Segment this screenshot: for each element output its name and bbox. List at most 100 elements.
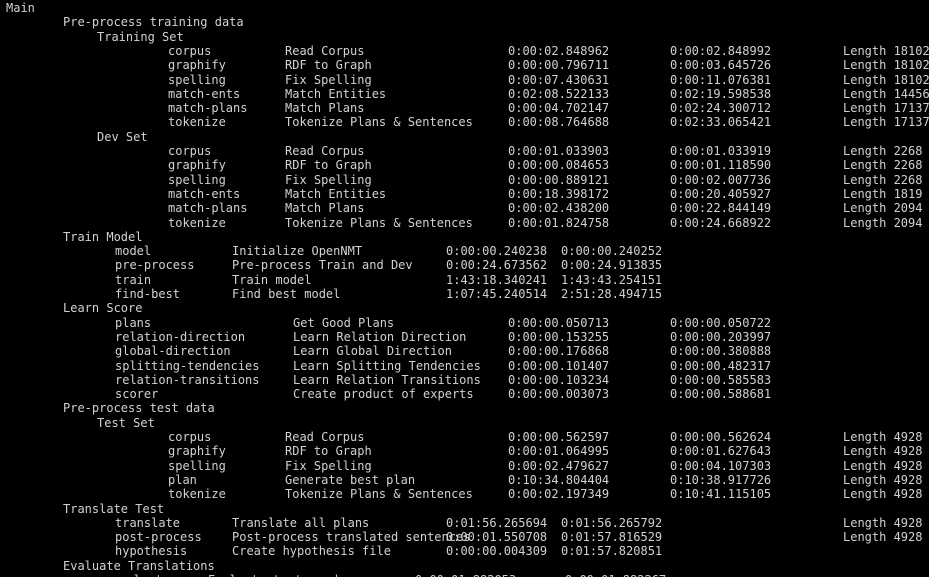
log-task-row: relation-direction Learn Relation Directi…	[0, 330, 929, 344]
task-cumulative-time: 0:01:57.820851	[561, 544, 663, 559]
task-elapsed-time: 0:00:00.240238	[446, 244, 548, 259]
task-key: pre-process	[115, 258, 195, 273]
task-elapsed-time: 0:00:18.398172	[508, 186, 610, 201]
task-description: Train model	[232, 272, 312, 287]
log-task-row: spelling Fix Spelling 0:00:02.479627 0:00:0…	[0, 459, 929, 473]
log-task-row: relation-transitions Learn Relation Trans…	[0, 373, 929, 387]
task-key: global-direction	[115, 344, 231, 359]
task-description: Read Corpus	[285, 144, 365, 158]
log-task-row: hypothesis Create hypothesis file 0:00:00.…	[0, 544, 929, 558]
task-elapsed-time: 0:00:00.562597	[508, 430, 610, 444]
task-elapsed-time: 0:00:04.702147	[508, 101, 610, 116]
log-task-row: pre-process Pre-process Train and Dev 0:00…	[0, 258, 929, 272]
task-cumulative-time: 0:00:02.007736	[670, 172, 772, 187]
task-elapsed-time: 0:10:34.804404	[508, 472, 610, 487]
task-length: Length 4928	[843, 515, 923, 530]
task-key: hypothesis	[115, 544, 188, 559]
task-description: Match Plans	[285, 101, 365, 116]
task-key: plans	[115, 315, 152, 330]
task-cumulative-time: 0:00:11.076381	[670, 72, 772, 87]
log-stage-line: Pre-process test data	[0, 401, 929, 415]
log-task-row: model Initialize OpenNMT 0:00:00.240238 0:0…	[0, 244, 929, 258]
terminal-output: Main Pre-process training data Training Se…	[0, 0, 929, 577]
log-task-row: match-plans Match Plans 0:00:04.702147 0:02…	[0, 101, 929, 115]
task-key: scorer	[115, 387, 159, 402]
task-elapsed-time: 0:00:02.848962	[508, 43, 610, 58]
task-description: Learn Global Direction	[293, 344, 452, 359]
task-cumulative-time: 0:01:56.265792	[561, 515, 663, 530]
task-key: translate	[115, 515, 181, 530]
task-elapsed-time: 0:00:24.673562	[446, 258, 548, 273]
log-task-row: spelling Fix Spelling 0:00:00.889121 0:00:0…	[0, 173, 929, 187]
log-group-line: Dev Set	[0, 130, 929, 144]
task-elapsed-time: 0:00:07.430631	[508, 72, 610, 87]
task-key: spelling	[168, 72, 226, 87]
task-cumulative-time: 0:00:00.240252	[561, 244, 663, 259]
task-elapsed-time: 0:00:00.176868	[508, 344, 610, 359]
task-length: Length 4928	[843, 444, 923, 459]
task-key: relation-direction	[115, 329, 246, 344]
task-length: Length 4928	[843, 458, 923, 473]
task-description: RDF to Graph	[285, 58, 372, 73]
task-description: Fix Spelling	[285, 458, 372, 473]
task-cumulative-time: 0:02:33.065421	[670, 115, 772, 130]
task-elapsed-time: 0:00:00.004309	[446, 544, 548, 559]
task-key: match-plans	[168, 201, 248, 216]
task-cumulative-time: 0:00:00.380888	[670, 344, 772, 359]
log-task-row: tokenize Tokenize Plans & Sentences 0:00:0…	[0, 487, 929, 501]
task-elapsed-time: 0:00:00.101407	[508, 358, 610, 373]
task-cumulative-time: 0:00:04.107303	[670, 458, 772, 473]
task-cumulative-time: 0:00:01.033919	[670, 144, 772, 158]
task-description: Pre-process Train and Dev	[232, 258, 413, 273]
task-elapsed-time: 0:00:01.550708	[446, 530, 548, 545]
task-length: Length 4928	[843, 472, 923, 487]
task-key: match-ents	[168, 86, 241, 101]
task-elapsed-time: 1:43:18.340241	[446, 272, 548, 287]
task-description: Match Entities	[285, 186, 387, 201]
task-length: Length 18102	[843, 58, 929, 73]
task-length: Length 4928	[843, 430, 923, 444]
log-stage-label: Train Model	[63, 229, 143, 244]
task-length: Length 18102	[843, 72, 929, 87]
log-group-label: Test Set	[97, 415, 155, 430]
task-key: match-plans	[168, 101, 248, 116]
log-stage-label: Pre-process training data	[63, 15, 244, 30]
log-task-row: corpus Read Corpus 0:00:01.033903 0:00:01.0…	[0, 144, 929, 158]
task-key: tokenize	[168, 115, 226, 130]
task-cumulative-time: 0:02:24.300712	[670, 101, 772, 116]
log-task-row: match-plans Match Plans 0:00:02.438200 0:00…	[0, 201, 929, 215]
log-group-label: Dev Set	[97, 129, 148, 144]
task-key: relation-transitions	[115, 372, 260, 387]
task-elapsed-time: 0:02:08.522133	[508, 86, 610, 101]
task-length: Length 17137	[843, 115, 929, 130]
task-key: evaluate	[112, 573, 170, 577]
task-cumulative-time: 0:00:03.645726	[670, 58, 772, 73]
task-cumulative-time: 1:43:43.254151	[561, 272, 663, 287]
log-stage-line: Translate Test	[0, 502, 929, 516]
task-cumulative-time: 0:00:00.588681	[670, 387, 772, 402]
task-length: Length 4928	[843, 530, 923, 545]
task-length: Length 14456	[843, 86, 929, 101]
task-description: Tokenize Plans & Sentences	[285, 487, 473, 502]
log-stage-line: Pre-process training data	[0, 15, 929, 29]
log-task-row: corpus Read Corpus 0:00:02.848962 0:00:02.8…	[0, 44, 929, 58]
task-description: Fix Spelling	[285, 72, 372, 87]
log-task-row: scorer Create product of experts 0:00:00.0…	[0, 387, 929, 401]
task-cumulative-time: 0:00:20.405927	[670, 186, 772, 201]
task-cumulative-time: 0:01:57.816529	[561, 530, 663, 545]
task-elapsed-time: 0:00:00.796711	[508, 58, 610, 73]
task-cumulative-time: 0:00:24.913835	[561, 258, 663, 273]
task-cumulative-time: 0:00:01.118590	[670, 158, 772, 173]
log-group-line: Test Set	[0, 416, 929, 430]
task-description: Tokenize Plans & Sentences	[285, 215, 473, 230]
task-description: Initialize OpenNMT	[232, 244, 363, 259]
task-cumulative-time: 0:00:01.627643	[670, 444, 772, 459]
task-elapsed-time: 0:00:01.882053	[415, 573, 516, 577]
log-task-row: spelling Fix Spelling 0:00:07.430631 0:00:1…	[0, 73, 929, 87]
task-description: Learn Relation Direction	[293, 329, 467, 344]
task-description: Tokenize Plans & Sentences	[285, 115, 473, 130]
task-cumulative-time: 0:00:00.585583	[670, 372, 772, 387]
task-cumulative-time: 0:00:00.482317	[670, 358, 772, 373]
task-length: Length 17137	[843, 101, 929, 116]
task-key: model	[115, 244, 152, 259]
